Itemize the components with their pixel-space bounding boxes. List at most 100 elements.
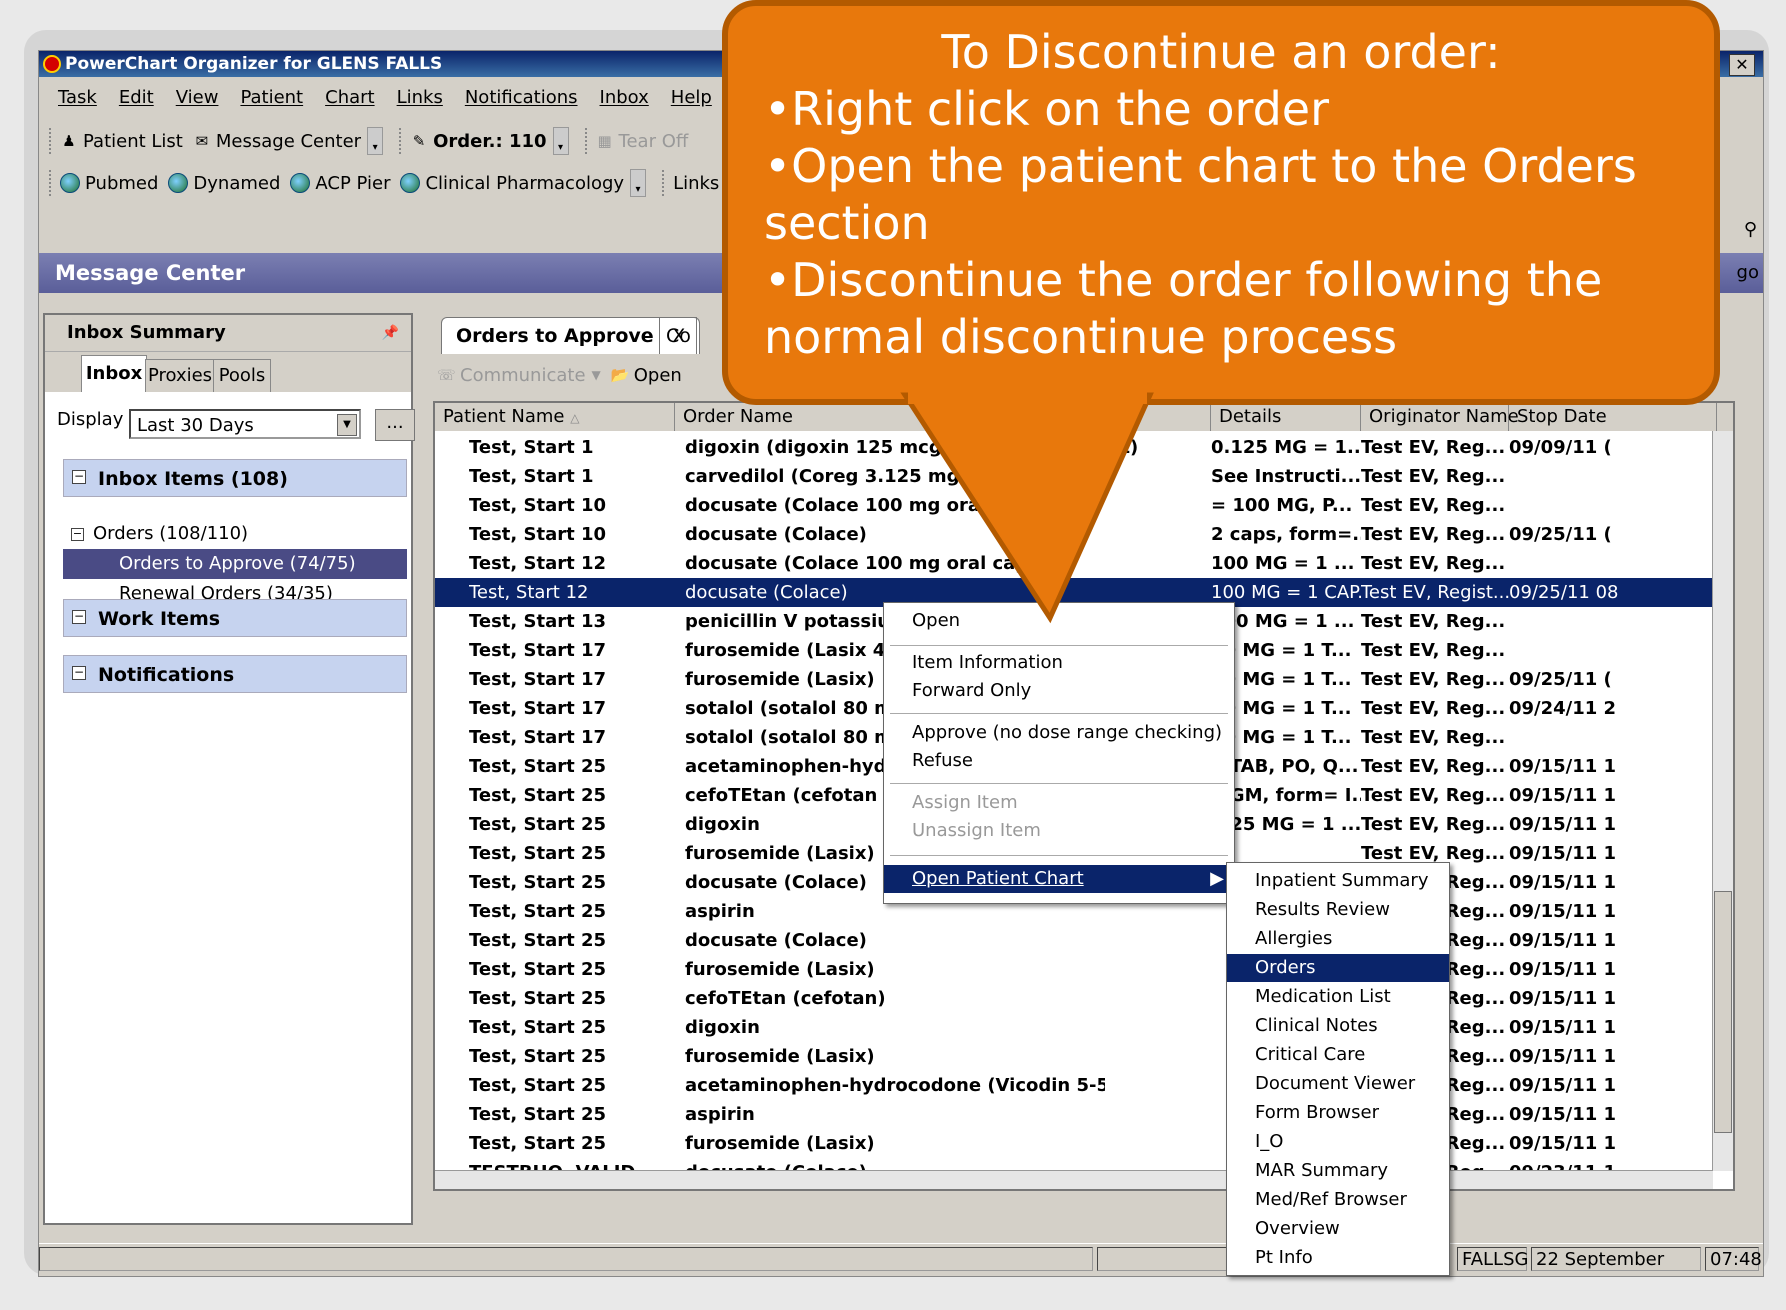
tree-item-orders-to-approve[interactable]: Orders to Approve (74/75) [63, 549, 407, 579]
toolbar-grip[interactable] [49, 170, 54, 196]
tear-off-button[interactable]: ▦ Tear Off [596, 131, 688, 152]
submenu-item[interactable]: Allergies [1227, 925, 1449, 953]
submenu-item[interactable]: Orders [1227, 954, 1449, 982]
tab-pools[interactable]: Pools [213, 359, 271, 392]
menu-notifications[interactable]: Notifications [465, 87, 578, 108]
callout-bullet-1: •Right click on the order [764, 82, 1329, 136]
table-row[interactable]: Test, Start 25docusate (Colace)Test EV, … [435, 926, 1733, 955]
table-row[interactable]: Test, Start 25digoxinTest EV, Reg...09/1… [435, 1013, 1733, 1042]
toolbar-grip[interactable] [399, 128, 404, 154]
menu-links[interactable]: Links [397, 87, 443, 108]
submenu-item[interactable]: Overview [1227, 1215, 1449, 1243]
submenu-item[interactable]: Med/Ref Browser [1227, 1186, 1449, 1214]
menu-patient[interactable]: Patient [240, 87, 303, 108]
toolbar-grip[interactable] [49, 128, 54, 154]
table-row[interactable]: Test, Start 25aspirinTest EV, Reg...09/1… [435, 1100, 1733, 1129]
ctx-forward-only[interactable]: Forward Only [884, 677, 1234, 705]
menu-edit[interactable]: Edit [119, 87, 154, 108]
clinical-pharmacology-button[interactable]: Clinical Pharmacology [400, 173, 624, 194]
column-details[interactable]: Details [1211, 403, 1361, 431]
table-row[interactable]: Test, Start 12 docusate (Colace 100 mg or… [435, 549, 1733, 578]
patient-list-button[interactable]: ♟ Patient List [60, 131, 183, 152]
binoculars-icon[interactable]: ⚲ [1744, 219, 1757, 240]
submenu-item[interactable]: Critical Care [1227, 1041, 1449, 1069]
toolbar-dropdown[interactable]: ▾ [367, 127, 384, 155]
cell-stop-date [1509, 462, 1719, 491]
chevron-down-icon[interactable]: ▼ [337, 414, 357, 436]
table-row[interactable]: Test, Start 25furosemide (Lasix)Test EV,… [435, 1129, 1733, 1158]
tab-proxies[interactable]: Proxies [145, 359, 215, 392]
table-row[interactable]: Test, Start 1 carvedilol (Coreg 3.125 mg S… [435, 462, 1733, 491]
table-row[interactable]: Test, Start 10 docusate (Colace) 2 caps, f… [435, 520, 1733, 549]
inbox-items-section[interactable]: − Inbox Items (108) [63, 459, 407, 497]
submenu-item[interactable]: Inpatient Summary [1227, 867, 1449, 895]
orders-button[interactable]: ✎ Order.: 110 [410, 131, 547, 152]
toolbar-grip[interactable] [584, 128, 590, 154]
submenu-item[interactable]: Medication List [1227, 983, 1449, 1011]
ctx-unassign-item[interactable]: Unassign Item [884, 817, 1234, 845]
menu-help[interactable]: Help [671, 87, 712, 108]
tab-inbox[interactable]: Inbox [81, 355, 147, 392]
table-row[interactable]: Test, Start 25 acetaminophen-hydrocodone … [435, 1071, 1733, 1100]
collapse-icon[interactable]: − [72, 610, 86, 624]
submenu-item[interactable]: Document Viewer [1227, 1070, 1449, 1098]
table-row[interactable]: Test, Start 10 docusate (Colace 100 mg or… [435, 491, 1733, 520]
menu-inbox[interactable]: Inbox [600, 87, 649, 108]
tree-item-orders[interactable]: − Orders (108/110) [63, 519, 407, 549]
submenu-item[interactable]: Results Review [1227, 896, 1449, 924]
cell-patient-name: Test, Start 12 [469, 553, 607, 574]
toolbar-dropdown[interactable]: ▾ [630, 169, 647, 197]
status-bar: FALLSG 22 September 2011 07:48 [39, 1243, 1763, 1276]
ctx-open[interactable]: Open [884, 607, 1234, 635]
toolbar-grip[interactable] [662, 170, 667, 196]
communicate-button[interactable]: ☏ Communicate ▼ [437, 365, 601, 386]
acp-pier-button[interactable]: ACP Pier [290, 173, 390, 194]
ctx-assign-item[interactable]: Assign Item [884, 789, 1234, 817]
toolbar-dropdown[interactable]: ▾ [552, 127, 569, 155]
collapse-icon[interactable]: − [72, 470, 86, 484]
column-originator-name[interactable]: Originator Name [1361, 403, 1519, 431]
chevron-right-icon: ▶ [1210, 868, 1224, 889]
submenu-item[interactable]: I_O [1227, 1128, 1449, 1156]
more-options-button[interactable]: ... [375, 409, 415, 441]
submenu-item[interactable]: MAR Summary [1227, 1157, 1449, 1185]
column-stop-date[interactable]: Stop Date [1509, 403, 1717, 431]
ctx-open-patient-chart[interactable]: Open Patient Chart ▶ [884, 865, 1234, 893]
table-row[interactable]: Test, Start 25furosemide (Lasix)Test EV,… [435, 955, 1733, 984]
menu-chart[interactable]: Chart [325, 87, 374, 108]
scroll-thumb[interactable] [1714, 891, 1732, 1133]
column-patient-name[interactable]: Patient Name △ [435, 403, 675, 431]
menu-view[interactable]: View [176, 87, 219, 108]
tab-second[interactable]: Co [659, 317, 697, 354]
dynamed-button[interactable]: Dynamed [168, 173, 280, 194]
vertical-scrollbar[interactable] [1712, 431, 1733, 1171]
close-window-button[interactable]: ✕ [1729, 54, 1755, 76]
links-button[interactable]: Links [673, 173, 719, 194]
pin-icon[interactable]: 📌 [382, 315, 399, 351]
work-items-section[interactable]: − Work Items [63, 599, 407, 637]
go-label[interactable]: go [1737, 253, 1759, 293]
table-row[interactable]: Test, Start 1 digoxin (digoxin 125 mcg let… [435, 433, 1733, 462]
collapse-icon[interactable]: − [71, 528, 84, 541]
submenu-item[interactable]: Pt Info [1227, 1244, 1449, 1272]
ctx-item-information[interactable]: Item Information [884, 649, 1234, 677]
menu-task[interactable]: Task [58, 87, 97, 108]
globe-icon [168, 173, 189, 193]
cell-order-extra [1103, 1013, 1213, 1042]
horizontal-scrollbar[interactable] [435, 1170, 1713, 1189]
message-center-button[interactable]: ✉ Message Center [193, 131, 362, 152]
open-button[interactable]: 📂 Open [611, 365, 682, 386]
submenu-item[interactable]: Clinical Notes [1227, 1012, 1449, 1040]
chevron-down-icon[interactable]: ▼ [592, 368, 601, 382]
notifications-section[interactable]: − Notifications [63, 655, 407, 693]
table-row[interactable]: Test, Start 25cefoTEtan (cefotan)Test EV… [435, 984, 1733, 1013]
submenu-item[interactable]: Form Browser [1227, 1099, 1449, 1127]
ctx-refuse[interactable]: Refuse [884, 747, 1234, 775]
collapse-icon[interactable]: − [72, 666, 86, 680]
column-order-name[interactable]: Order Name [675, 403, 1211, 431]
table-row[interactable]: Test, Start 25furosemide (Lasix)Test EV,… [435, 1042, 1733, 1071]
ctx-approve[interactable]: Approve (no dose range checking) [884, 719, 1234, 747]
toolbar-links: Pubmed Dynamed ACP Pier Clinical Pharmac… [43, 165, 751, 201]
display-select[interactable]: Last 30 Days ▼ [129, 409, 361, 439]
pubmed-button[interactable]: Pubmed [60, 173, 158, 194]
